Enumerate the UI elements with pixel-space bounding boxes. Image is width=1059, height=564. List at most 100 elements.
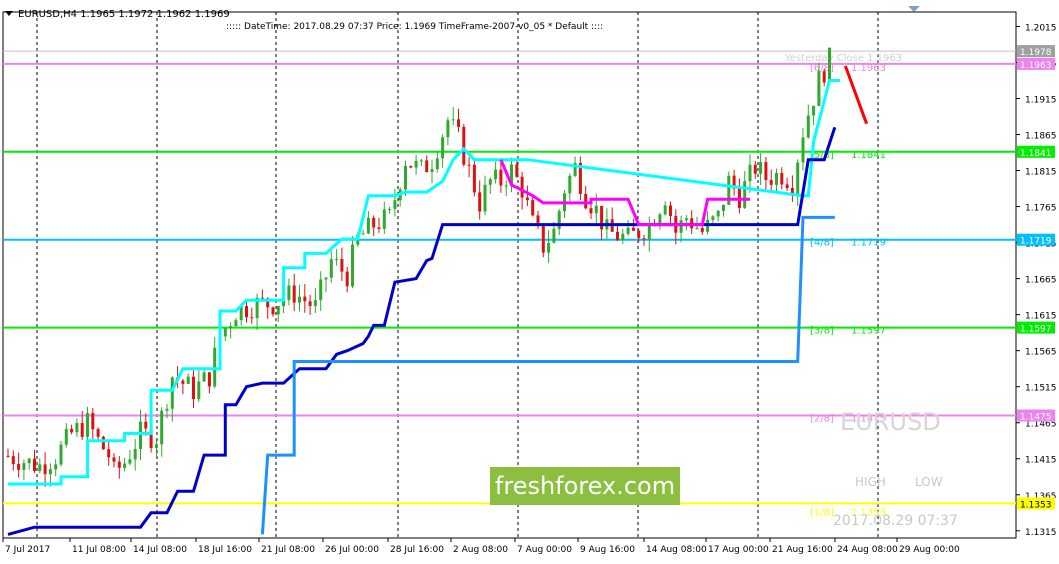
candle-body bbox=[292, 285, 296, 303]
candle-body bbox=[806, 115, 810, 138]
candle-body bbox=[324, 277, 328, 280]
candle-body bbox=[22, 463, 26, 470]
candle-body bbox=[388, 209, 392, 211]
candle-body bbox=[488, 179, 492, 185]
candle-body bbox=[759, 162, 763, 174]
candle-body bbox=[351, 244, 354, 287]
candle-body bbox=[589, 208, 593, 214]
candle-body bbox=[192, 376, 195, 400]
candle-body bbox=[785, 184, 789, 189]
candle-body bbox=[340, 259, 344, 272]
candle-body bbox=[457, 119, 460, 127]
candle-body bbox=[245, 306, 248, 318]
candle-body bbox=[425, 160, 429, 173]
info-header: ::::: DateTime: 2017.08.29 07:37 Price: … bbox=[226, 22, 603, 32]
y-tick-label: 1.1315 bbox=[1025, 528, 1057, 538]
candle-body bbox=[483, 184, 487, 212]
y-tick-label: 1.1415 bbox=[1025, 456, 1057, 466]
candle-body bbox=[716, 210, 720, 217]
y-tick-label: 1.1765 bbox=[1025, 204, 1057, 214]
x-tick-label: 18 Jul 16:00 bbox=[198, 545, 252, 555]
candle-body bbox=[430, 169, 434, 173]
candle-body bbox=[769, 179, 773, 185]
candle-body bbox=[27, 458, 31, 464]
candle-body bbox=[80, 423, 84, 437]
candle-body bbox=[467, 164, 471, 166]
candle-body bbox=[298, 296, 301, 303]
candle-body bbox=[377, 227, 381, 229]
candle-body bbox=[541, 225, 545, 253]
candle-body bbox=[663, 205, 667, 215]
candle-body bbox=[54, 464, 58, 470]
x-tick-label: 7 Aug 00:00 bbox=[517, 545, 572, 555]
candle-body bbox=[91, 413, 95, 430]
x-tick-label: 9 Aug 16:00 bbox=[580, 545, 635, 555]
candle-body bbox=[753, 164, 757, 174]
candle-body bbox=[308, 301, 312, 306]
candle-body bbox=[547, 242, 551, 253]
candle-body bbox=[287, 285, 291, 300]
candle-body bbox=[684, 218, 688, 221]
x-tick-label: 11 Jul 08:00 bbox=[72, 545, 126, 555]
candle-body bbox=[631, 227, 635, 231]
level-value: 1.1963 bbox=[851, 63, 886, 74]
candle-body bbox=[303, 296, 307, 302]
candle-body bbox=[743, 181, 747, 208]
candle-body bbox=[557, 211, 561, 229]
candle-body bbox=[107, 449, 111, 458]
candle-body bbox=[748, 164, 752, 182]
candle-body bbox=[70, 428, 74, 433]
candle-body bbox=[139, 421, 142, 449]
candle-body bbox=[801, 137, 805, 163]
candle-body bbox=[372, 217, 376, 228]
candle-body bbox=[637, 230, 641, 239]
candle-body bbox=[165, 408, 169, 411]
y-tick-label: 1.1915 bbox=[1025, 95, 1057, 105]
candle-body bbox=[361, 233, 365, 235]
candle-body bbox=[345, 271, 349, 287]
candle-body bbox=[478, 192, 482, 212]
candle-body bbox=[186, 376, 190, 384]
candle-body bbox=[128, 459, 132, 464]
level-value: 1.1841 bbox=[851, 150, 886, 161]
candle-body bbox=[117, 461, 121, 468]
candle-body bbox=[404, 166, 407, 190]
overlay-datetime: 2017.08.29 07:37 bbox=[833, 513, 958, 529]
candle-body bbox=[764, 162, 768, 180]
candle-body bbox=[329, 259, 333, 278]
candle-body bbox=[160, 410, 164, 445]
candle-body bbox=[202, 372, 206, 382]
candle-body bbox=[197, 381, 201, 400]
y-tick-label: 1.1615 bbox=[1025, 312, 1057, 322]
candle-body bbox=[101, 436, 105, 450]
candle-body bbox=[59, 444, 63, 465]
x-tick-label: 2 Aug 08:00 bbox=[453, 545, 508, 555]
candle-body bbox=[515, 164, 519, 177]
candle-body bbox=[642, 238, 646, 240]
forecast-line bbox=[843, 65, 869, 125]
candle-body bbox=[626, 227, 630, 234]
symbol-header: EURUSD,H4 1.1965 1.1972 1.1962 1.1969 bbox=[18, 9, 230, 20]
candle-body bbox=[621, 233, 625, 241]
candle-body bbox=[775, 173, 778, 185]
level-badge-text: 1.1841 bbox=[1020, 149, 1052, 159]
candle-body bbox=[48, 469, 52, 475]
candle-body bbox=[38, 464, 42, 471]
candle-body bbox=[133, 448, 137, 460]
candle-body bbox=[780, 173, 784, 185]
candle-body bbox=[366, 217, 370, 234]
candle-body bbox=[711, 216, 715, 220]
x-tick-label: 7 Jul 2017 bbox=[5, 545, 50, 555]
collapse-arrow-icon bbox=[908, 6, 920, 12]
candle-body bbox=[393, 200, 397, 210]
level-badge-text: 1.1719 bbox=[1020, 237, 1052, 247]
candle-body bbox=[499, 169, 503, 186]
indicator-line-cyan bbox=[8, 79, 841, 486]
y-tick-label: 1.1565 bbox=[1025, 348, 1057, 358]
chart-area[interactable]: EURUSD,H4 1.1965 1.1972 1.1962 1.1969:::… bbox=[0, 0, 1059, 560]
candle-body bbox=[181, 380, 185, 384]
candle-body bbox=[144, 421, 148, 429]
candle-body bbox=[271, 307, 275, 315]
x-tick-label: 28 Jul 16:00 bbox=[390, 545, 444, 555]
candle-body bbox=[700, 227, 704, 232]
